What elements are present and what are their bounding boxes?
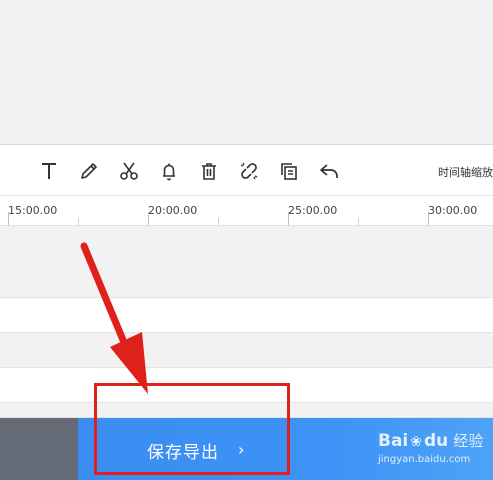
baidu-jingyan-watermark: Bai ❀ du 经验 jingyan.baidu.com xyxy=(378,430,484,465)
watermark-jingyan: 经验 xyxy=(453,432,484,450)
watermark-brand-prefix: Bai xyxy=(378,431,409,451)
baidu-paw-icon: ❀ xyxy=(410,434,422,450)
annotation-arrow xyxy=(80,242,148,394)
watermark-url: jingyan.baidu.com xyxy=(378,454,471,465)
watermark-brand-suffix: du xyxy=(424,431,449,451)
